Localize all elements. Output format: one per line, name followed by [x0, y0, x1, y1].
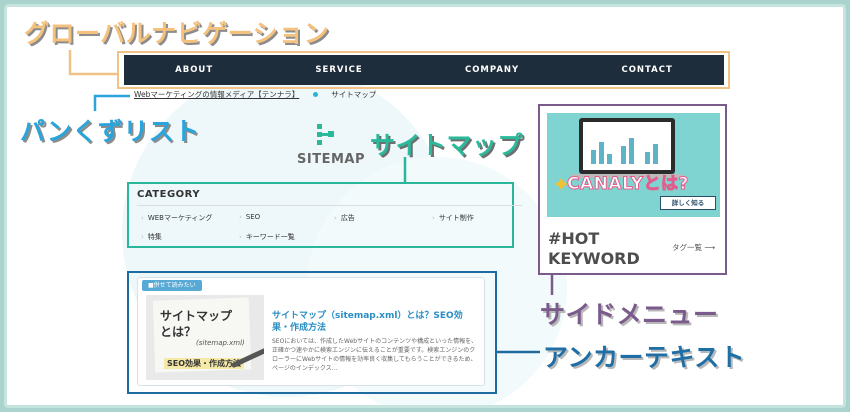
global-nav-connector — [68, 50, 117, 76]
thumbnail-text: (sitemap.xml) — [196, 339, 245, 347]
related-article-card[interactable]: ■併せて読みたい サイトマップ とは？ (sitemap.xml) SEO効果・… — [137, 277, 485, 386]
category-heading: CATEGORY — [137, 189, 201, 200]
category-link[interactable]: サイト制作 — [432, 213, 474, 223]
screen-bar — [621, 146, 626, 164]
nav-item-company[interactable]: COMPANY — [465, 65, 519, 75]
category-link[interactable]: 広告 — [334, 213, 355, 223]
nav-item-contact[interactable]: CONTACT — [621, 65, 672, 75]
breadcrumb-separator-icon — [313, 92, 319, 97]
learn-more-button[interactable]: 詳しく知る — [660, 196, 716, 210]
hot-keyword-line2: KEYWORD — [548, 249, 640, 268]
article-excerpt: SEOにおいては、作成したWebサイトのコンテンツや構成といった情報を、正確かつ… — [272, 338, 478, 372]
thumbnail-text: とは？ — [160, 325, 197, 339]
category-link[interactable]: WEBマーケティング — [141, 213, 213, 223]
category-link[interactable]: キーワード一覧 — [239, 232, 295, 242]
breadcrumb-current: サイトマップ — [331, 90, 377, 99]
article-title-link[interactable]: サイトマップ（sitemap.xml）とは？SEO効果・作成方法 — [272, 310, 480, 334]
breadcrumb-connector — [93, 94, 130, 111]
category-section: CATEGORY WEBマーケティング SEO 広告 サイト制作 特集 キーワー… — [127, 182, 522, 248]
side-menu: ✦ CANALYとは? 詳しく知る #HOT KEYWORD タグ一覧 ⟶ — [538, 104, 727, 275]
global-nav: ABOUT SERVICE COMPANY CONTACT — [124, 55, 724, 85]
canaly-ad-banner[interactable]: ✦ CANALYとは? 詳しく知る — [547, 113, 720, 217]
laptop-screen — [583, 122, 671, 170]
article-thumbnail: サイトマップ とは？ (sitemap.xml) SEO効果・作成方法 — [146, 295, 264, 380]
category-link[interactable]: 特集 — [141, 232, 162, 242]
screen-bar — [607, 154, 612, 164]
screen-bar — [645, 152, 650, 164]
sitemap-title: SITEMAP — [297, 152, 365, 167]
ad-title: CANALYとは? — [567, 174, 689, 195]
breadcrumb: Webマーケティングの情報メディア【テンナラ】 サイトマップ — [134, 89, 376, 100]
screen-bar — [653, 144, 658, 164]
tag-list-link[interactable]: タグ一覧 ⟶ — [672, 242, 715, 253]
thumbnail-text: サイトマップ — [160, 309, 233, 323]
callout-global-nav: グローバルナビゲーション — [24, 19, 330, 48]
nav-item-about[interactable]: ABOUT — [175, 65, 213, 75]
hot-keyword-line1: #HOT — [548, 229, 600, 248]
screen-bar — [599, 142, 604, 164]
sitemap-icon — [317, 124, 334, 145]
divider — [137, 205, 522, 206]
callout-sitemap: サイトマップ — [370, 131, 524, 160]
screen-bar — [591, 150, 596, 164]
category-link[interactable]: SEO — [239, 213, 260, 221]
screen-bar — [629, 138, 634, 164]
hot-keyword-heading: #HOT KEYWORD — [548, 229, 640, 269]
callout-side-menu: サイドメニュー — [540, 300, 719, 329]
callout-anchor-text: アンカーテキスト — [543, 343, 746, 372]
laptop-image — [579, 118, 675, 174]
related-badge: ■併せて読みたい — [142, 280, 202, 291]
callout-breadcrumb: パンくずリスト — [20, 117, 200, 146]
breadcrumb-home-link[interactable]: Webマーケティングの情報メディア【テンナラ】 — [134, 89, 299, 100]
nav-item-service[interactable]: SERVICE — [315, 65, 362, 75]
